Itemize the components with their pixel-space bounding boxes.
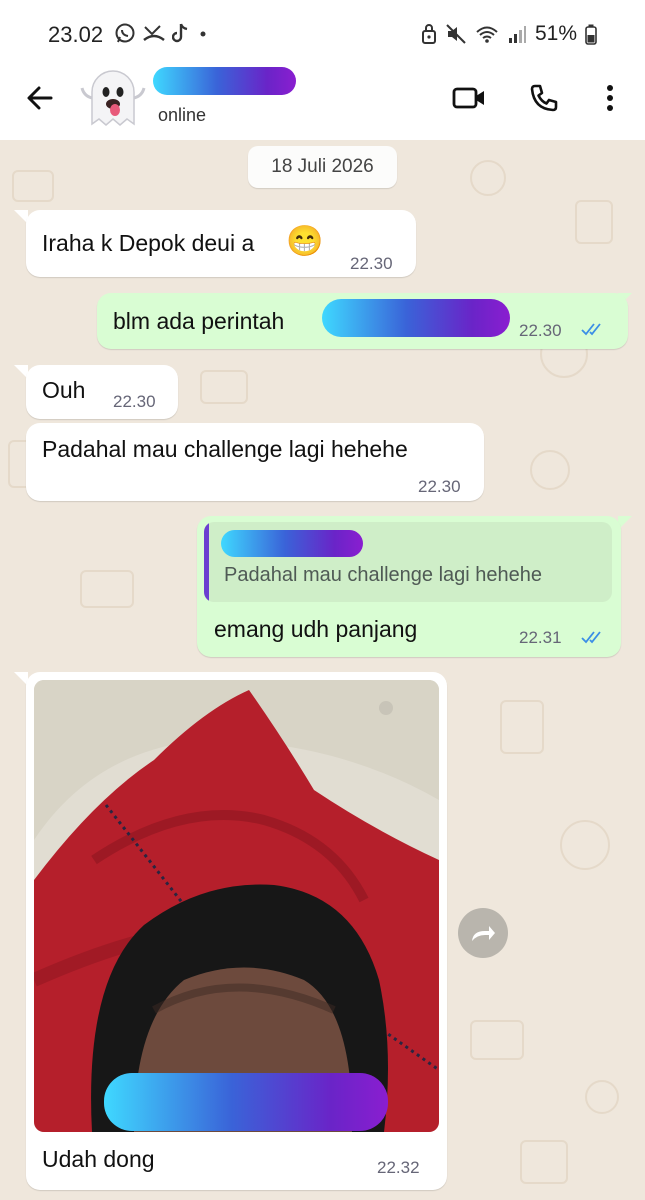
wallpaper-doodle: [80, 570, 134, 608]
more-options-button[interactable]: [588, 76, 632, 120]
incoming-message[interactable]: Ouh 22.30: [26, 365, 178, 419]
message-time: 22.30: [350, 254, 393, 273]
incoming-message[interactable]: Iraha k Depok deui a 😁 22.30: [26, 210, 416, 277]
lock-icon: [421, 24, 436, 44]
double-check-icon: [581, 323, 601, 336]
voice-call-icon: [530, 84, 558, 112]
message-time: 22.30: [519, 321, 562, 340]
wallpaper-doodle: [12, 170, 54, 202]
chat-area[interactable]: 18 Juli 2026 Iraha k Depok deui a 😁 22.3…: [0, 140, 645, 1200]
mute-icon: [446, 24, 466, 44]
battery-icon: [585, 24, 597, 45]
contact-name-redacted[interactable]: [153, 67, 296, 95]
quoted-message[interactable]: Padahal mau challenge lagi hehehe: [204, 522, 612, 602]
dot-icon: [200, 31, 206, 37]
message-text: emang udh panjang: [214, 616, 418, 642]
arrow-left-icon: [27, 86, 53, 110]
redacted-text: [322, 299, 510, 337]
wallpaper-doodle: [575, 200, 613, 244]
outgoing-message[interactable]: blm ada perintah 22.30: [97, 293, 628, 349]
message-text: Iraha k Depok deui a: [42, 230, 255, 256]
wallpaper-doodle: [530, 450, 570, 490]
more-icon: [607, 85, 613, 111]
back-button[interactable]: [20, 78, 60, 118]
wallpaper-doodle: [585, 1080, 619, 1114]
chat-header: online: [0, 62, 645, 140]
forward-button[interactable]: [458, 908, 508, 958]
forward-icon: [472, 926, 495, 941]
incoming-message[interactable]: Padahal mau challenge lagi hehehe 22.30: [26, 423, 484, 501]
wallpaper-doodle: [500, 700, 544, 754]
notification-icons: [114, 22, 210, 44]
status-time: 23.02: [48, 22, 104, 47]
image-caption: Udah dong: [42, 1146, 155, 1172]
avatar[interactable]: [78, 64, 148, 134]
whatsapp-icon: [115, 23, 135, 43]
video-call-button[interactable]: [447, 76, 491, 120]
message-text: blm ada perintah: [113, 308, 285, 334]
voice-call-button[interactable]: [522, 76, 566, 120]
date-chip: 18 Juli 2026: [248, 146, 397, 188]
message-time: 22.32: [377, 1158, 420, 1177]
wallpaper-doodle: [200, 370, 248, 404]
quote-accent-bar: [204, 522, 209, 602]
wallpaper-doodle: [520, 1140, 568, 1184]
message-time: 22.30: [113, 392, 156, 411]
grin-emoji: 😁: [286, 225, 324, 258]
contact-status: online: [158, 105, 207, 125]
wallpaper-doodle: [470, 1020, 524, 1060]
quoted-text: Padahal mau challenge lagi hehehe: [224, 564, 543, 586]
video-call-icon: [452, 87, 484, 109]
message-time: 22.31: [519, 628, 562, 647]
tiktok-icon: [172, 23, 188, 43]
system-icons: 51%: [421, 22, 597, 46]
double-check-icon: [581, 631, 601, 644]
message-text: Ouh: [42, 377, 86, 403]
wallpaper-doodle: [560, 820, 610, 870]
signal-icon: [508, 26, 526, 43]
wifi-icon: [476, 26, 498, 43]
missed-call-icon: [143, 25, 165, 42]
quoted-sender-redacted: [221, 530, 363, 557]
image-attachment[interactable]: [34, 680, 439, 1132]
wallpaper-doodle: [470, 160, 506, 196]
message-time: 22.30: [418, 477, 461, 496]
redacted-area: [104, 1073, 388, 1131]
message-text: Padahal mau challenge lagi hehehe: [42, 436, 408, 462]
battery-percent: 51%: [534, 22, 577, 45]
ghost-emoji-avatar: [80, 70, 146, 126]
photo-content: [34, 680, 439, 1132]
status-bar: 23.02 51%: [0, 0, 645, 62]
